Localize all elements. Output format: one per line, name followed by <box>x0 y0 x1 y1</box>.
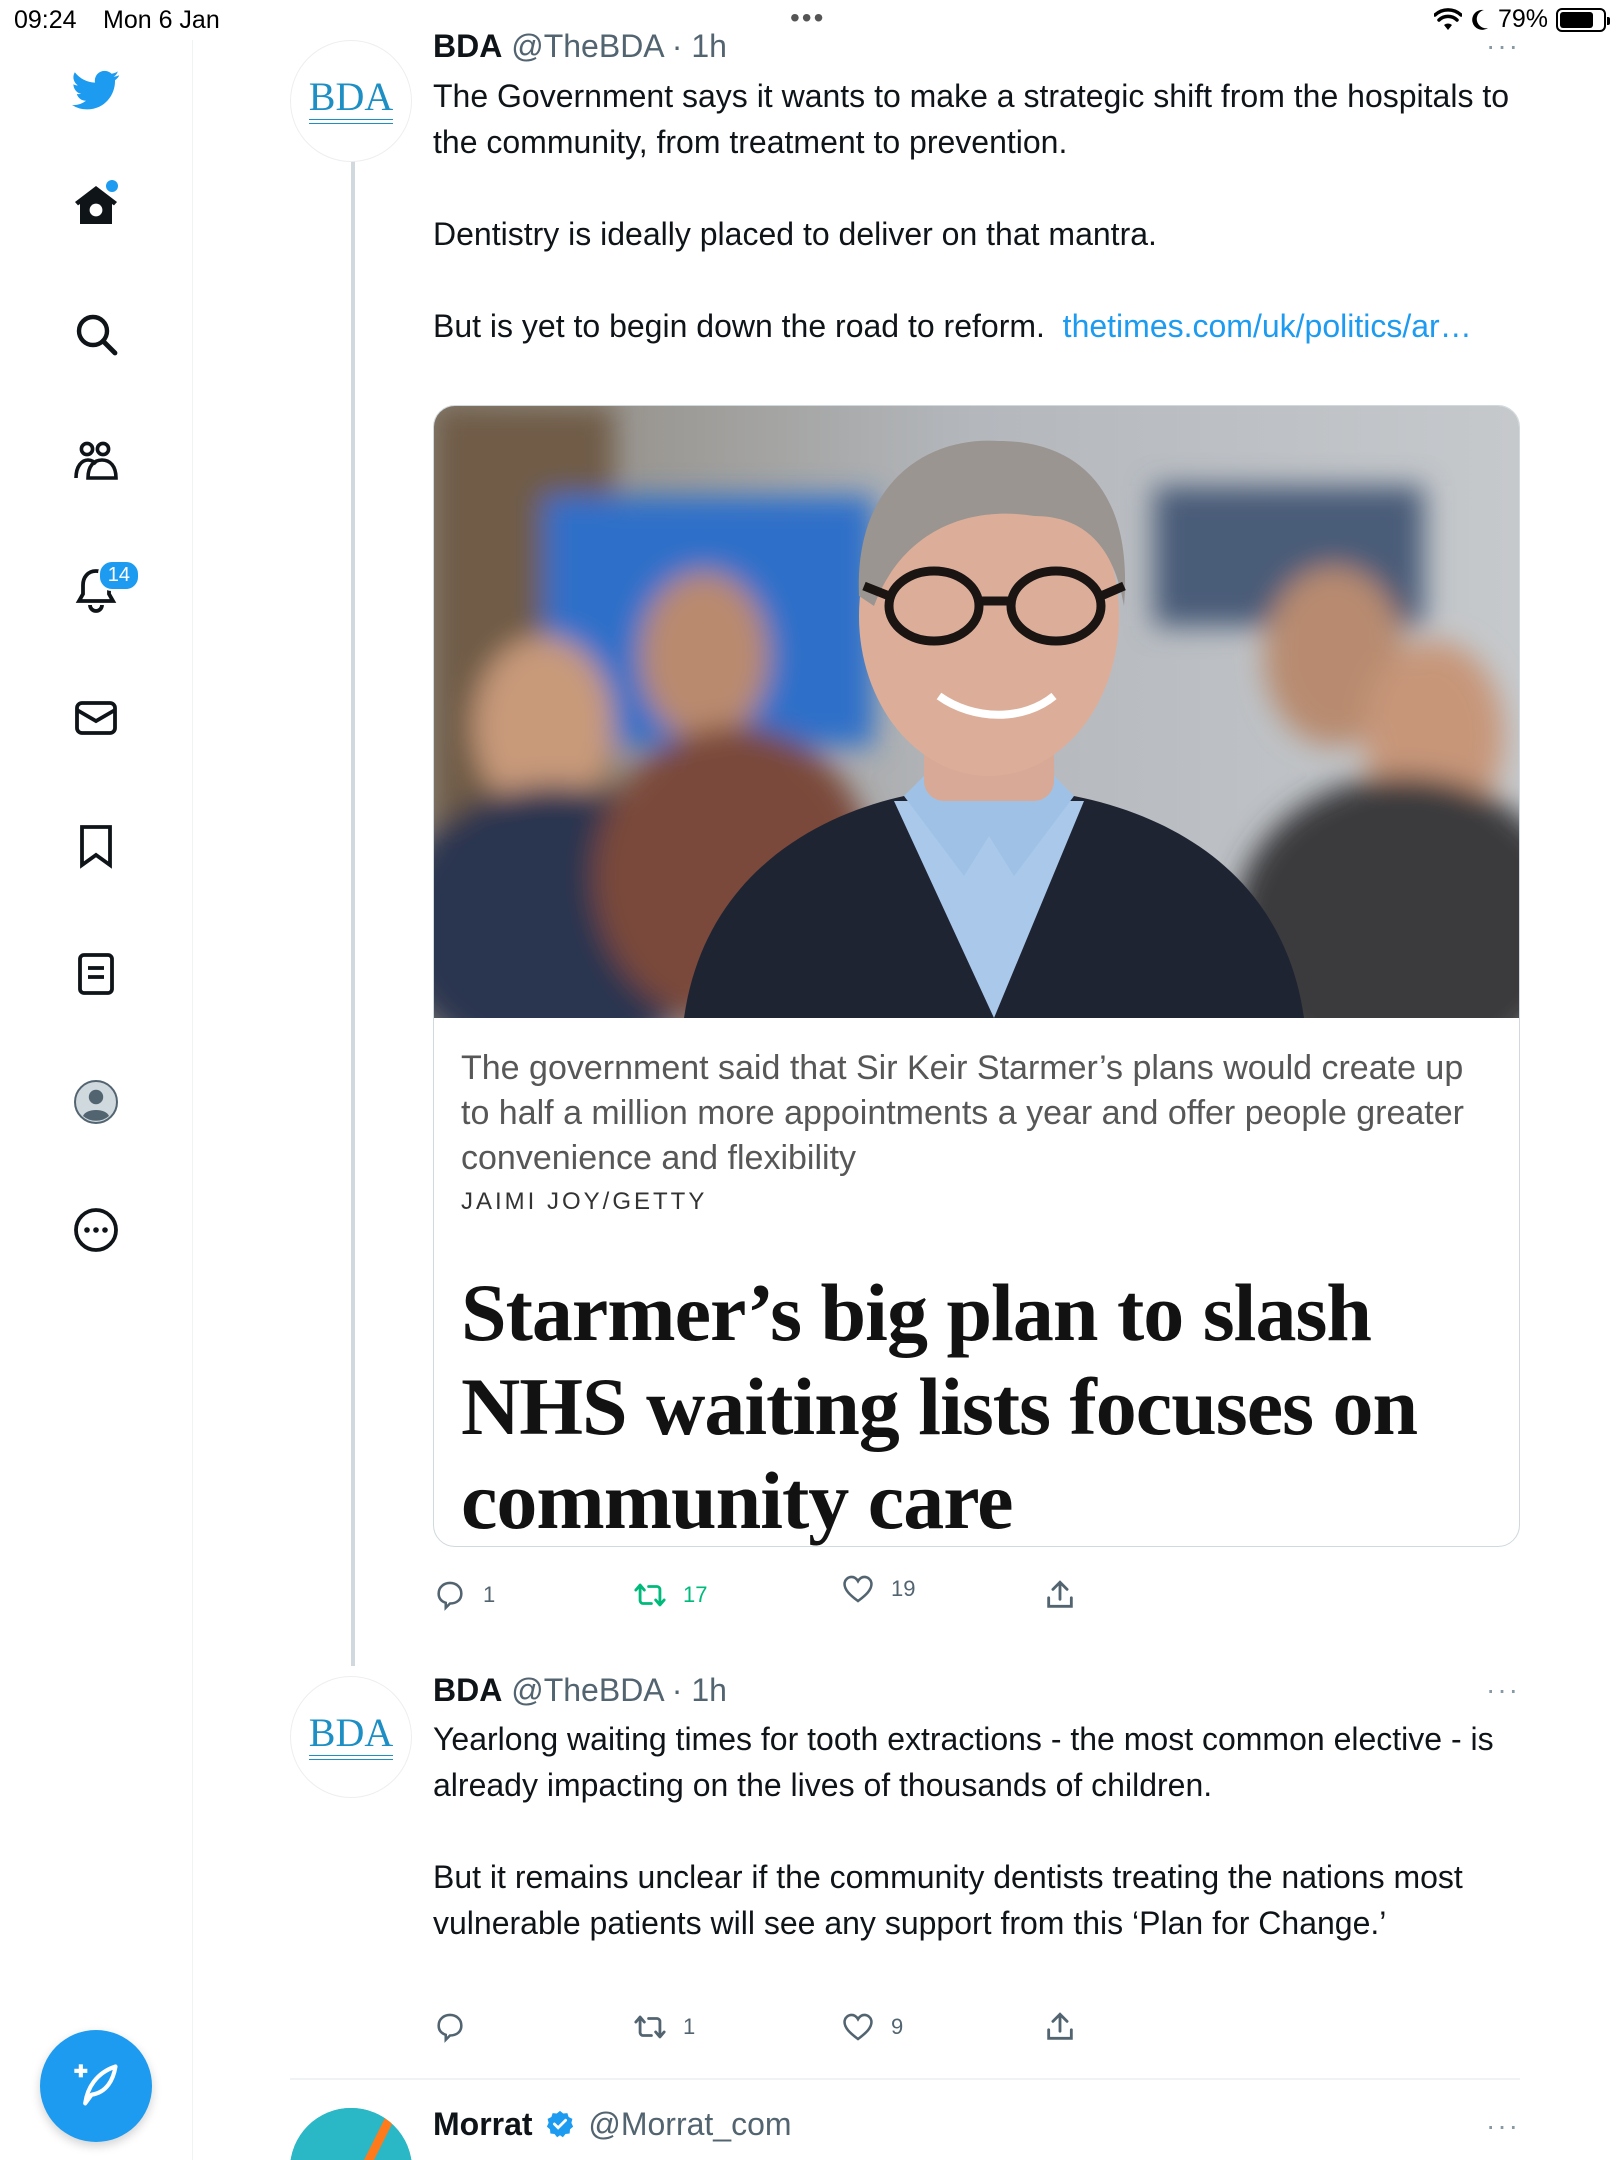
sidebar-item-profile[interactable] <box>60 1066 132 1138</box>
sidebar-item-communities[interactable] <box>60 426 132 498</box>
share-icon <box>1047 1580 1073 1608</box>
tweet-paragraph: But it remains unclear if the community … <box>433 1859 1463 1941</box>
more-circle-icon <box>74 1208 118 1252</box>
tweet-paragraph: Yearlong waiting times for tooth extract… <box>433 1721 1494 1803</box>
tweet[interactable]: BDA BDA @TheBDA · 1h ··· Yearlong waitin… <box>290 1672 1520 2062</box>
tweet-header: BDA @TheBDA · 1h <box>433 28 727 65</box>
author-handle[interactable]: @TheBDA · 1h <box>511 1672 727 1708</box>
tweet-header: Morrat @Morrat_com <box>433 2106 792 2143</box>
avatar-logo-text: BDA <box>308 1710 394 1755</box>
sidebar-item-lists[interactable] <box>60 938 132 1010</box>
like-button[interactable]: 19 <box>841 1572 915 1606</box>
communities-icon <box>74 441 118 480</box>
retweet-count: 1 <box>683 2014 696 2039</box>
photo-caption: The government said that Sir Keir Starme… <box>461 1049 1464 1177</box>
tweet-header: BDA @TheBDA · 1h <box>433 1672 727 1709</box>
tweet[interactable]: Morrat @Morrat_com ··· <box>290 2098 1520 2160</box>
tweet-paragraph: Dentistry is ideally placed to deliver o… <box>433 216 1157 252</box>
morrat-logo-icon <box>290 2108 412 2160</box>
like-count: 9 <box>891 2014 904 2039</box>
status-date: Mon 6 Jan <box>103 6 220 34</box>
home-unread-dot <box>106 180 118 192</box>
avatar-logo-underline <box>309 1755 393 1760</box>
article-photo <box>434 406 1519 1018</box>
tweet-paragraph-text: But is yet to begin down the road to ref… <box>433 308 1045 344</box>
tweet-more-button[interactable]: ··· <box>1486 2110 1520 2142</box>
tweet-paragraph: But is yet to begin down the road to ref… <box>433 303 1513 349</box>
twitter-bird-icon <box>72 70 120 110</box>
tweet-actions: 1 17 19 <box>433 1575 1133 1618</box>
battery-icon <box>1556 7 1610 32</box>
lists-icon <box>78 953 114 995</box>
reply-button[interactable]: 1 <box>433 1578 495 1612</box>
search-icon <box>76 314 118 356</box>
tweet-actions: 1 9 <box>433 2010 1133 2050</box>
avatar-icon <box>74 1080 118 1124</box>
avatar-logo-text: BDA <box>308 74 394 119</box>
retweet-count: 17 <box>683 1582 708 1607</box>
heart-icon <box>843 1575 873 1603</box>
moon-icon <box>1472 9 1488 30</box>
author-avatar[interactable]: BDA <box>290 1676 412 1798</box>
author-name[interactable]: Morrat <box>433 2106 533 2142</box>
sidebar-item-explore[interactable] <box>60 298 132 370</box>
author-name[interactable]: BDA <box>433 28 502 64</box>
bookmark-icon <box>80 825 112 869</box>
tweet-text: The Government says it wants to make a s… <box>433 73 1513 349</box>
tweet-more-button[interactable]: ··· <box>1486 30 1520 62</box>
tweet[interactable]: BDA BDA @TheBDA · 1h ··· The Government … <box>290 28 1520 1630</box>
sidebar: 14 <box>0 40 193 2160</box>
retweet-button[interactable]: 17 <box>633 1578 707 1612</box>
status-time: 09:24 <box>14 6 77 34</box>
tweet-paragraph: The Government says it wants to make a s… <box>433 78 1510 160</box>
author-avatar[interactable]: BDA <box>290 40 412 162</box>
retweet-icon <box>634 1583 666 1607</box>
avatar-logo-underline <box>309 119 393 124</box>
sidebar-item-notifications[interactable]: 14 <box>60 554 140 626</box>
compose-tweet-button[interactable] <box>40 2030 152 2142</box>
sidebar-item-home[interactable] <box>60 170 132 242</box>
author-avatar[interactable] <box>290 2108 412 2160</box>
mail-icon <box>75 701 117 735</box>
battery-fill <box>1560 11 1594 28</box>
share-button[interactable] <box>1043 1578 1077 1612</box>
sidebar-item-bookmarks[interactable] <box>60 810 132 882</box>
tweet-more-button[interactable]: ··· <box>1486 1674 1520 1706</box>
author-handle[interactable]: @Morrat_com <box>588 2106 791 2142</box>
like-count: 19 <box>891 1576 916 1601</box>
retweet-icon <box>634 2015 666 2039</box>
reply-icon <box>437 1581 463 1611</box>
share-button[interactable] <box>1043 2010 1077 2044</box>
compose-feather-icon <box>74 2064 118 2106</box>
article-headline: Starmer’s big plan to slash NHS waiting … <box>461 1267 1418 1546</box>
retweet-button[interactable]: 1 <box>633 2010 695 2044</box>
photo-credit: JAIMI JOY/GETTY <box>461 1188 708 1215</box>
reply-icon <box>437 2013 463 2043</box>
wifi-icon <box>1433 7 1462 30</box>
like-button[interactable]: 9 <box>841 2010 903 2044</box>
heart-icon <box>843 2013 873 2041</box>
sidebar-twitter-logo[interactable] <box>60 54 132 126</box>
verified-badge-icon <box>547 2110 574 2138</box>
reply-count: 1 <box>483 1582 496 1607</box>
author-name[interactable]: BDA <box>433 1672 502 1708</box>
author-handle[interactable]: @TheBDA · 1h <box>511 28 727 64</box>
sidebar-item-messages[interactable] <box>60 682 132 754</box>
tweet-text: Yearlong waiting times for tooth extract… <box>433 1716 1513 1946</box>
notification-count-badge: 14 <box>97 560 140 591</box>
tweet-link[interactable]: thetimes.com/uk/politics/ar… <box>1063 308 1472 344</box>
reply-button[interactable] <box>433 2010 483 2044</box>
share-icon <box>1047 2012 1073 2040</box>
sidebar-item-more[interactable] <box>60 1194 132 1266</box>
tweet-divider <box>290 2078 1520 2080</box>
link-preview-card[interactable]: The government said that Sir Keir Starme… <box>433 405 1520 1547</box>
